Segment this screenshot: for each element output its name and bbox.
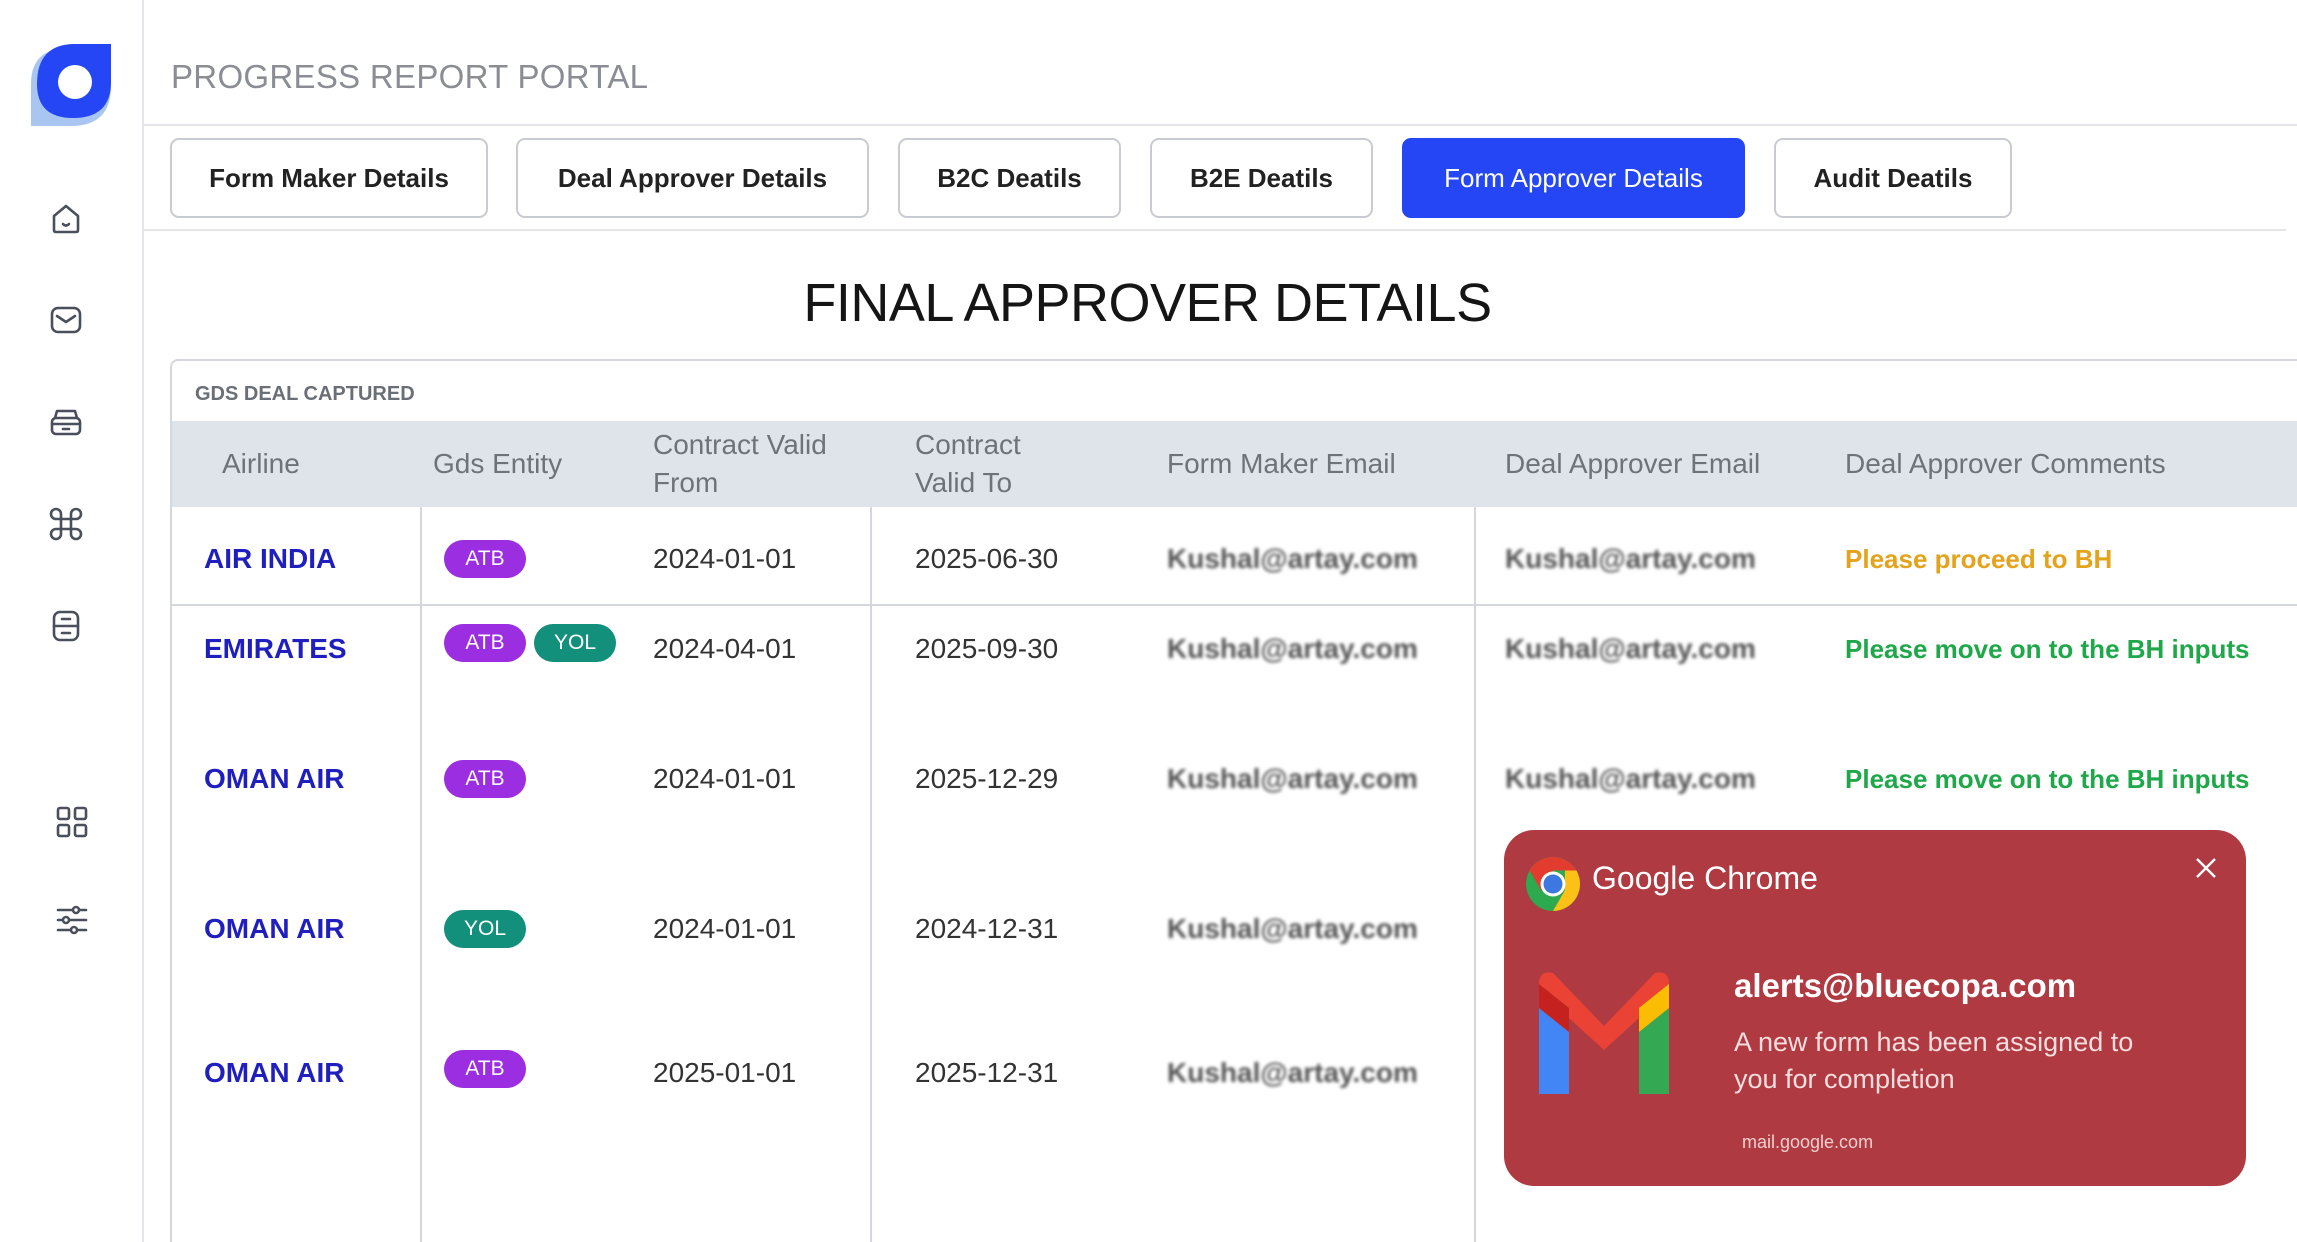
gds-badge-atb: ATB [444, 540, 526, 578]
header-valid-from-line1[interactable]: Contract Valid [653, 426, 827, 464]
valid-to-cell: 2025-09-30 [915, 633, 1059, 664]
tabs-divider [144, 229, 2286, 231]
header-deal-approver-email[interactable]: Deal Approver Email [1505, 445, 1760, 483]
tab-b2e-details[interactable]: B2E Deatils [1150, 138, 1373, 218]
gds-badge-atb: ATB [444, 1050, 526, 1088]
tab-form-maker-details[interactable]: Form Maker Details [170, 138, 488, 218]
close-icon[interactable] [2188, 850, 2224, 886]
maker-email-cell: Kushal@artay.com [1167, 1057, 1418, 1088]
maker-email-cell: Kushal@artay.com [1167, 913, 1418, 944]
sliders-icon[interactable] [50, 898, 94, 942]
section-title-text: FINAL APPROVER DETAILS [803, 273, 1492, 333]
gds-badge-yol: YOL [444, 910, 526, 948]
notification-body: A new form has been assigned to you for … [1734, 1027, 2134, 1094]
tab-form-approver-details[interactable]: Form Approver Details [1402, 138, 1745, 218]
valid-from-cell: 2024-01-01 [653, 763, 797, 794]
sidebar [0, 0, 144, 1242]
approver-comment-cell: Please proceed to BH [1845, 544, 2113, 574]
section-title: FINAL APPROVER DETAILS [0, 272, 2297, 334]
header-valid-from-line2[interactable]: From [653, 464, 718, 502]
header-airline[interactable]: Airline [222, 445, 300, 483]
valid-to-cell: 2025-06-30 [915, 543, 1059, 574]
valid-from-cell: 2024-01-01 [653, 913, 797, 944]
header-deal-approver-comments[interactable]: Deal Approver Comments [1845, 445, 2166, 483]
approver-email-cell: Kushal@artay.com [1505, 763, 1756, 794]
home-icon[interactable] [44, 196, 88, 240]
column-divider [870, 507, 872, 1242]
maker-email-cell: Kushal@artay.com [1167, 543, 1418, 574]
gds-badge-yol: YOL [534, 624, 616, 662]
approver-email-cell: Kushal@artay.com [1505, 633, 1756, 664]
column-divider [420, 507, 422, 1242]
valid-to-cell: 2025-12-31 [915, 1057, 1059, 1088]
grid-icon[interactable] [50, 800, 94, 844]
row-divider [172, 604, 2297, 606]
tab-b2c-details[interactable]: B2C Deatils [898, 138, 1121, 218]
command-icon[interactable] [44, 502, 88, 546]
valid-from-cell: 2024-01-01 [653, 543, 797, 574]
chrome-icon [1526, 857, 1581, 911]
header-valid-to-line1[interactable]: Contract [915, 426, 1021, 464]
approver-comment-cell: Please move on to the BH inputs [1845, 764, 2250, 794]
header-gds-entity[interactable]: Gds Entity [433, 445, 562, 483]
maker-email-cell: Kushal@artay.com [1167, 633, 1418, 664]
approver-email-cell: Kushal@artay.com [1505, 543, 1756, 574]
header-divider [144, 124, 2297, 126]
maker-email-cell: Kushal@artay.com [1167, 763, 1418, 794]
archive-icon[interactable] [44, 400, 88, 444]
valid-from-cell: 2025-01-01 [653, 1057, 797, 1088]
airline-cell[interactable]: EMIRATES [204, 632, 347, 666]
airline-cell[interactable]: OMAN AIR [204, 1056, 345, 1090]
valid-to-cell: 2025-12-29 [915, 763, 1059, 794]
gds-badge-atb: ATB [444, 760, 526, 798]
column-divider [1474, 507, 1476, 1242]
airline-cell[interactable]: OMAN AIR [204, 912, 345, 946]
document-icon[interactable] [44, 604, 88, 648]
valid-to-cell: 2024-12-31 [915, 913, 1059, 944]
airline-cell[interactable]: OMAN AIR [204, 762, 345, 796]
header-valid-to-line2[interactable]: Valid To [915, 464, 1012, 502]
notification-source: mail.google.com [1742, 1132, 1874, 1152]
airline-cell[interactable]: AIR INDIA [204, 542, 336, 576]
tab-deal-approver-details[interactable]: Deal Approver Details [516, 138, 869, 218]
gds-badge-atb: ATB [444, 624, 526, 662]
gmail-icon [1539, 972, 1669, 1094]
approver-comment-cell: Please move on to the BH inputs [1845, 634, 2250, 664]
notification-sender: alerts@bluecopa.com [1734, 967, 2077, 1004]
card-label: GDS DEAL CAPTURED [195, 383, 415, 405]
header-form-maker-email[interactable]: Form Maker Email [1167, 445, 1396, 483]
table-header: Airline Gds Entity Contract Valid From C… [172, 421, 2297, 507]
chrome-notification[interactable]: Google Chrome alerts@bluecopa.com A new … [1504, 830, 2246, 1186]
valid-from-cell: 2024-04-01 [653, 633, 797, 664]
notification-app-name: Google Chrome [1592, 860, 1818, 896]
app-logo[interactable] [31, 44, 111, 126]
tab-audit-details[interactable]: Audit Deatils [1774, 138, 2012, 218]
app-title: PROGRESS REPORT PORTAL [171, 58, 649, 95]
